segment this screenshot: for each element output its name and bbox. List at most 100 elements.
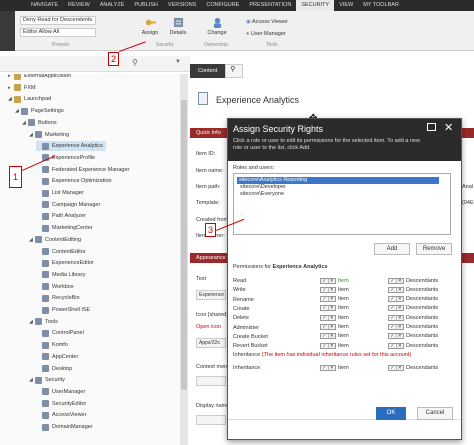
checkbox-pair[interactable]: ✓ ✕ (320, 296, 336, 303)
tree-node[interactable]: List Manager (36, 188, 84, 198)
checkbox-pair[interactable]: ✓ ✕ (320, 333, 336, 340)
tree-search-bar[interactable]: ⚲ ▼ (0, 56, 190, 72)
tree-node[interactable]: MarketingCenter (36, 223, 93, 233)
tree-node[interactable]: ◢ Buttons (22, 118, 57, 128)
tree-node[interactable]: DomainManager (36, 422, 93, 432)
tree-node[interactable]: ◢ Security (29, 375, 65, 385)
dialog-header[interactable]: Assign Security Rights Click a role or u… (228, 119, 461, 161)
chevron-down-icon[interactable]: ▼ (175, 59, 181, 65)
ribbon-tab-presentation[interactable]: PRESENTATION (244, 0, 296, 11)
tab-search[interactable]: ⚲ (225, 64, 244, 78)
tab-content[interactable]: Content (190, 64, 226, 78)
tree-node[interactable]: PowerShell ISE (36, 305, 90, 315)
tree-node[interactable]: Desktop (36, 364, 72, 374)
ribbon-tab-view[interactable]: VIEW (334, 0, 358, 11)
text-field-input[interactable]: Experience (196, 290, 226, 300)
permission-descendants-checkbox[interactable]: ✓ ✕ Descendants (388, 296, 438, 303)
permission-item-checkbox[interactable]: ✓ ✕ Item (320, 305, 349, 312)
permission-item-checkbox[interactable]: ✓ ✕ Item (320, 324, 349, 331)
role-item[interactable]: sitecore\Developer (237, 184, 288, 191)
tree-node[interactable]: SecurityEditor (36, 399, 86, 409)
preset-dropdown-2[interactable]: Editor Allow All (20, 28, 96, 37)
tree-node[interactable]: ◢ Tools (29, 317, 58, 327)
icon-field-input[interactable]: Apps/32x (196, 338, 226, 348)
maximize-icon[interactable] (427, 123, 436, 131)
tree-node[interactable]: ▸ ExternalApplication (8, 74, 71, 81)
tree-node[interactable]: UserManager (36, 387, 85, 397)
inheritance-descendants-checkbox[interactable]: ✓ ✕ Descendants (388, 364, 438, 371)
checkbox-pair[interactable]: ✓ ✕ (320, 277, 336, 284)
ribbon-tab-review[interactable]: REVIEW (63, 0, 95, 11)
roles-list[interactable]: sitecore\Analytics Reporting sitecore\De… (233, 173, 451, 235)
checkbox-pair[interactable]: ✓ ✕ (388, 314, 404, 321)
tree-node[interactable]: Experience Optimization (36, 176, 112, 186)
ribbon-tab-analyze[interactable]: ANALYZE (95, 0, 130, 11)
ribbon-tab-security[interactable]: SECURITY (296, 0, 335, 11)
ribbon-tab-configure[interactable]: CONFIGURE (201, 0, 244, 11)
checkbox-pair[interactable]: ✓ ✕ (320, 342, 336, 349)
change-button[interactable]: Change (205, 17, 229, 36)
tree-scrollbar-thumb[interactable] (181, 100, 187, 390)
details-button[interactable]: Details (166, 17, 190, 36)
checkbox-pair[interactable]: ✓ ✕ (388, 286, 404, 293)
tree-node[interactable]: Komfo (36, 340, 68, 350)
checkbox-pair[interactable]: ✓ ✕ (388, 324, 404, 330)
close-icon[interactable]: ✕ (444, 121, 453, 134)
checkbox-pair[interactable]: ✓ ✕ (320, 305, 336, 312)
checkbox-pair[interactable]: ✓ ✕ (320, 286, 336, 293)
checkbox-pair[interactable]: ✓ ✕ (388, 342, 404, 349)
tree-node[interactable]: Campaign Manager (36, 200, 100, 210)
preset-dropdown-1[interactable]: Deny Read for Descendents (20, 16, 96, 25)
checkbox-pair[interactable]: ✓ ✕ (388, 305, 404, 312)
tree-node[interactable]: ◢ Launchpad (8, 94, 51, 104)
open-icon-link[interactable]: Open icon (196, 324, 221, 330)
permission-item-checkbox[interactable]: ✓ ✕ Item (320, 286, 349, 293)
checkbox-pair[interactable]: ✓ ✕ (320, 324, 336, 330)
tree-node[interactable]: Workbox (36, 282, 74, 292)
tree-node[interactable]: Path Analyzer (36, 211, 86, 221)
tree-node[interactable]: Experience Analytics (36, 141, 106, 152)
ok-button[interactable]: OK (376, 407, 406, 420)
permission-item-checkbox[interactable]: ✓ ✕ Item (320, 277, 349, 284)
ribbon-tab-my-toolbar[interactable]: MY TOOLBAR (358, 0, 404, 11)
checkbox-pair[interactable]: ✓ ✕ (320, 314, 336, 321)
permission-descendants-checkbox[interactable]: ✓ ✕ Descendants (388, 342, 438, 349)
checkbox-pair[interactable]: ✓ ✕ (388, 333, 404, 340)
tree-node[interactable]: ControlPanel (36, 328, 84, 338)
access-viewer-button[interactable]: ◉ Access Viewer (246, 19, 288, 25)
tree-node[interactable]: Media Library (36, 270, 85, 280)
permission-descendants-checkbox[interactable]: ✓ ✕ Descendants (388, 277, 438, 284)
tree-node[interactable]: AppCenter (36, 352, 78, 362)
permission-item-checkbox[interactable]: ✓ ✕ Item (320, 296, 349, 303)
role-item[interactable]: sitecore\Analytics Reporting (237, 177, 439, 184)
cancel-button[interactable]: Cancel (417, 407, 453, 420)
add-button[interactable]: Add (374, 243, 410, 255)
permission-descendants-checkbox[interactable]: ✓ ✕ Descendants (388, 305, 438, 312)
checkbox-pair[interactable]: ✓ ✕ (388, 364, 404, 371)
tree-node[interactable]: ExperienceEditor (36, 258, 94, 268)
permission-descendants-checkbox[interactable]: ✓ ✕ Descendants (388, 333, 438, 340)
permission-item-checkbox[interactable]: ✓ ✕ Item (320, 342, 349, 349)
permission-item-checkbox[interactable]: ✓ ✕ Item (320, 333, 349, 340)
display-name-input[interactable] (196, 415, 226, 425)
tree-node[interactable]: AccessViewer (36, 410, 86, 420)
inheritance-item-checkbox[interactable]: ✓ ✕ Item (320, 364, 349, 371)
permission-descendants-checkbox[interactable]: ✓ ✕ Descendants (388, 324, 438, 331)
tree-node[interactable]: ▸ FXM (8, 83, 36, 93)
tree-node[interactable]: ExperienceProfile (36, 153, 95, 163)
tree-node[interactable]: ContentEditor (36, 247, 86, 257)
remove-button[interactable]: Remove (416, 243, 452, 255)
tree-node[interactable]: RecycleBin (36, 293, 80, 303)
context-menu-input[interactable] (196, 376, 226, 386)
assign-button[interactable]: Assign (138, 17, 162, 36)
tree-node[interactable]: ◢ ContentEditing (29, 235, 81, 245)
tree-node[interactable]: ◢ Marketing (29, 130, 69, 140)
checkbox-pair[interactable]: ✓ ✕ (320, 364, 336, 371)
checkbox-pair[interactable]: ✓ ✕ (388, 277, 404, 284)
ribbon-tab-navigate[interactable]: NAVIGATE (26, 0, 63, 11)
tree-node[interactable]: ◢ PageSettings (15, 106, 64, 116)
ribbon-tab-versions[interactable]: VERSIONS (163, 0, 201, 11)
permission-descendants-checkbox[interactable]: ✓ ✕ Descendants (388, 314, 438, 321)
permission-descendants-checkbox[interactable]: ✓ ✕ Descendants (388, 286, 438, 293)
checkbox-pair[interactable]: ✓ ✕ (388, 296, 404, 303)
